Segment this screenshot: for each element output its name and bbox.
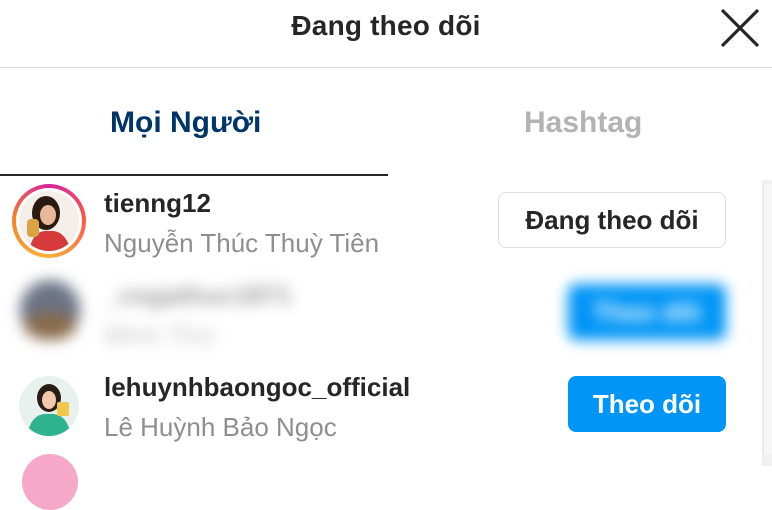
- username[interactable]: tienng12: [104, 188, 211, 219]
- dialog-header: Đang theo dõi: [0, 0, 772, 68]
- username[interactable]: _cogathuc1871: [104, 280, 292, 311]
- scrollbar-thumb[interactable]: [763, 184, 772, 454]
- list-item[interactable]: tienng12 Nguyễn Thúc Thuỳ Tiên Đang theo…: [0, 176, 760, 268]
- avatar[interactable]: [20, 280, 80, 340]
- full-name: Minh Thư: [104, 320, 215, 350]
- tab-bar: Mọi Người Hashtag: [0, 68, 772, 176]
- following-list: tienng12 Nguyễn Thúc Thuỳ Tiên Đang theo…: [0, 176, 772, 466]
- tab-people[interactable]: Mọi Người: [110, 106, 261, 140]
- following-button[interactable]: Đang theo dõi: [498, 192, 726, 248]
- follow-button[interactable]: Theo dõi: [568, 284, 726, 340]
- full-name: Lê Huỳnh Bảo Ngọc: [104, 412, 337, 442]
- list-item[interactable]: lehuynhbaongoc_official Lê Huỳnh Bảo Ngọ…: [0, 360, 760, 452]
- dialog-title: Đang theo dõi: [291, 10, 481, 41]
- follow-button[interactable]: Theo dõi: [568, 376, 726, 432]
- story-ring[interactable]: [12, 184, 86, 258]
- username[interactable]: lehuynhbaongoc_official: [104, 372, 410, 403]
- avatar[interactable]: [19, 191, 79, 251]
- tab-hashtag[interactable]: Hashtag: [524, 106, 642, 140]
- avatar[interactable]: [19, 376, 79, 436]
- avatar[interactable]: [22, 454, 78, 510]
- full-name: Nguyễn Thúc Thuỳ Tiên: [104, 228, 380, 258]
- list-item[interactable]: _cogathuc1871 Minh Thư Theo dõi: [0, 268, 760, 360]
- scrollbar[interactable]: [762, 180, 772, 466]
- close-icon[interactable]: [716, 4, 764, 52]
